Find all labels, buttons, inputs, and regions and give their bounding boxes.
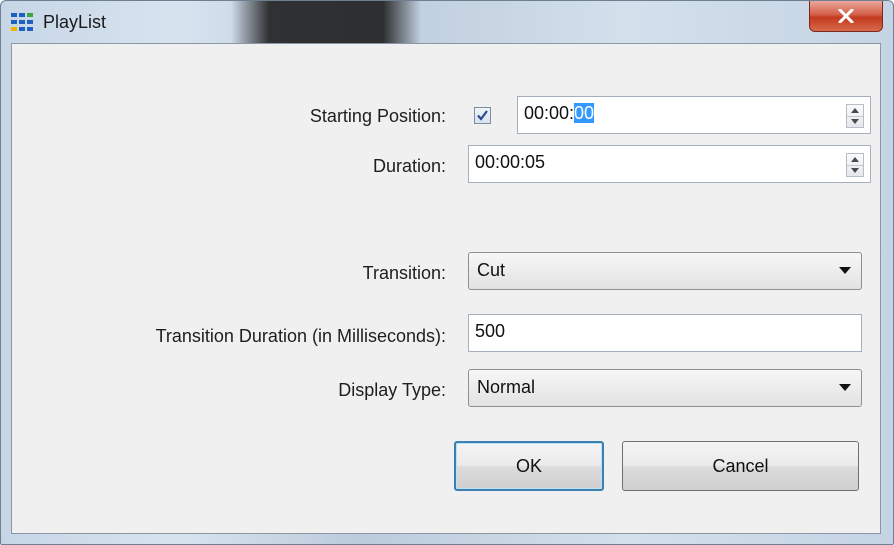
duration-label: Duration: — [372, 156, 446, 176]
starting-position-value-prefix: 00:00: — [524, 103, 575, 123]
transition-duration-input[interactable]: 500 — [468, 314, 862, 352]
triangle-up-icon — [851, 108, 859, 113]
triangle-up-icon — [851, 157, 859, 162]
checkmark-icon — [477, 110, 488, 121]
starting-position-value: 00:00:00 — [524, 103, 595, 124]
chevron-down-icon — [839, 267, 851, 274]
ok-button[interactable]: OK — [454, 441, 604, 491]
starting-position-spinner[interactable] — [846, 104, 864, 128]
transition-duration-label: Transition Duration (in Milliseconds): — [155, 326, 446, 346]
cancel-button[interactable]: Cancel — [622, 441, 859, 491]
title-bar[interactable]: PlayList — [1, 1, 893, 43]
chevron-down-icon — [839, 384, 851, 391]
triangle-down-icon — [851, 168, 859, 173]
grid-app-icon — [11, 13, 33, 31]
title-bar-shadow — [231, 1, 421, 43]
spin-down-button[interactable] — [847, 116, 863, 127]
duration-spinner[interactable] — [846, 153, 864, 177]
transition-label: Transition: — [362, 263, 446, 283]
starting-position-value-selected: 00 — [574, 103, 595, 123]
window-title: PlayList — [43, 12, 107, 32]
display-type-label: Display Type: — [338, 380, 446, 400]
transition-dropdown[interactable]: Cut — [468, 252, 862, 290]
duration-value: 00:00:05 — [475, 152, 546, 172]
duration-input[interactable]: 00:00:05 — [468, 145, 871, 183]
starting-position-label: Starting Position: — [309, 106, 446, 126]
close-button[interactable] — [809, 1, 883, 32]
playlist-window: PlayList Starting Position: 00:00:00 Dur… — [0, 0, 894, 545]
starting-position-input[interactable]: 00:00:00 — [517, 96, 871, 134]
dialog-body: Starting Position: 00:00:00 Duration: 00… — [11, 43, 881, 534]
triangle-down-icon — [851, 119, 859, 124]
close-icon — [838, 9, 854, 23]
transition-selected: Cut — [477, 260, 506, 280]
starting-position-checkbox[interactable] — [474, 107, 491, 124]
spin-down-button[interactable] — [847, 165, 863, 176]
display-type-selected: Normal — [477, 377, 536, 397]
display-type-dropdown[interactable]: Normal — [468, 369, 862, 407]
transition-duration-value: 500 — [475, 321, 506, 341]
